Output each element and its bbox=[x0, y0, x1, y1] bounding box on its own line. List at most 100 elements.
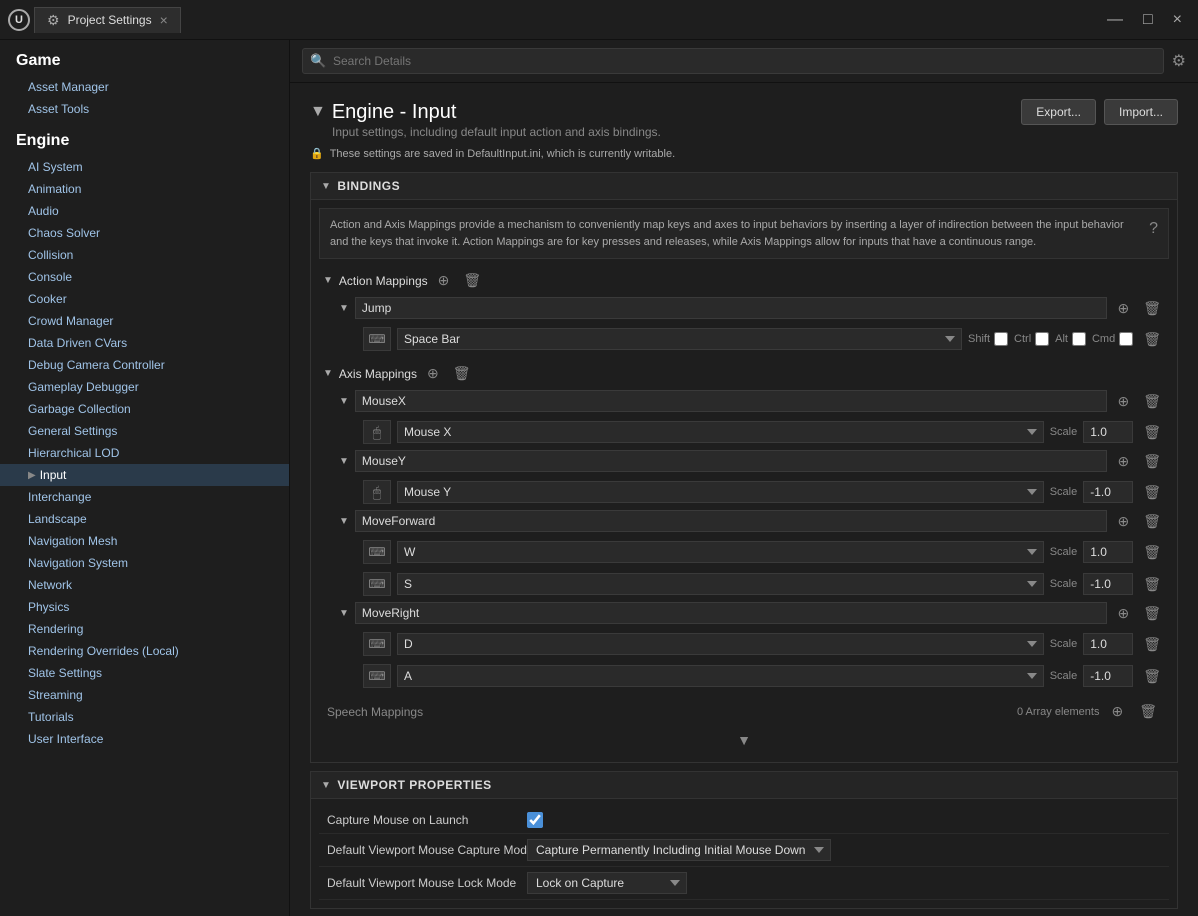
sidebar-item-rendering[interactable]: Rendering bbox=[0, 618, 289, 640]
default-lock-select[interactable]: Lock on Capture bbox=[527, 872, 687, 894]
moveforward-scale2-input[interactable] bbox=[1083, 573, 1133, 595]
expand-more-button[interactable]: ▼ bbox=[733, 730, 755, 750]
jump-add-button[interactable]: ⊕ bbox=[1113, 298, 1133, 319]
sidebar-item-ai-system[interactable]: AI System bbox=[0, 156, 289, 178]
mousey-scale-input[interactable] bbox=[1083, 481, 1133, 503]
search-settings-gear-icon[interactable]: ⚙ bbox=[1172, 51, 1186, 71]
moveright-key2-dropdown[interactable]: A bbox=[397, 665, 1044, 687]
axis-mappings-add-button[interactable]: ⊕ bbox=[423, 363, 443, 384]
import-button[interactable]: Import... bbox=[1104, 99, 1178, 125]
speech-add-button[interactable]: ⊕ bbox=[1107, 701, 1127, 722]
axis-mappings-delete-button[interactable]: 🗑 bbox=[449, 363, 475, 384]
viewport-header[interactable]: ▼ VIEWPORT PROPERTIES bbox=[310, 771, 1178, 799]
sidebar-item-garbage-collection[interactable]: Garbage Collection bbox=[0, 398, 289, 420]
mousex-key-dropdown[interactable]: Mouse X bbox=[397, 421, 1044, 443]
mousey-name-input[interactable] bbox=[355, 450, 1108, 472]
moveforward-key1-dropdown[interactable]: W bbox=[397, 541, 1044, 563]
sidebar-item-audio[interactable]: Audio bbox=[0, 200, 289, 222]
jump-cmd-checkbox[interactable] bbox=[1119, 332, 1133, 346]
sidebar-item-hierarchical-lod[interactable]: Hierarchical LOD bbox=[0, 442, 289, 464]
mousex-delete-button[interactable]: 🗑 bbox=[1139, 391, 1165, 412]
mousey-chevron-icon[interactable]: ▼ bbox=[339, 456, 349, 467]
mousey-key-icon: 🖱 bbox=[363, 480, 391, 504]
sidebar-item-physics[interactable]: Physics bbox=[0, 596, 289, 618]
moveright-key1-delete-button[interactable]: 🗑 bbox=[1139, 634, 1165, 655]
moveright-add-button[interactable]: ⊕ bbox=[1113, 603, 1133, 624]
mousey-key-delete-button[interactable]: 🗑 bbox=[1139, 482, 1165, 503]
mousex-key-delete-button[interactable]: 🗑 bbox=[1139, 422, 1165, 443]
axis-mappings-chevron-icon[interactable]: ▼ bbox=[323, 368, 333, 379]
moveforward-name-input[interactable] bbox=[355, 510, 1108, 532]
jump-ctrl-checkbox[interactable] bbox=[1035, 332, 1049, 346]
sidebar-item-rendering-overrides[interactable]: Rendering Overrides (Local) bbox=[0, 640, 289, 662]
sidebar-item-navigation-system[interactable]: Navigation System bbox=[0, 552, 289, 574]
moveright-delete-button[interactable]: 🗑 bbox=[1139, 603, 1165, 624]
moveforward-scale1-input[interactable] bbox=[1083, 541, 1133, 563]
speech-delete-button[interactable]: 🗑 bbox=[1135, 701, 1161, 722]
minimize-button[interactable]: — bbox=[1099, 7, 1131, 33]
moveforward-delete-button[interactable]: 🗑 bbox=[1139, 511, 1165, 532]
action-mappings-delete-button[interactable]: 🗑 bbox=[459, 270, 485, 291]
jump-key-dropdown[interactable]: Space Bar bbox=[397, 328, 962, 350]
moveforward-key2-delete-button[interactable]: 🗑 bbox=[1139, 574, 1165, 595]
sidebar-item-gameplay-debugger[interactable]: Gameplay Debugger bbox=[0, 376, 289, 398]
sidebar-item-data-driven-cvars[interactable]: Data Driven CVars bbox=[0, 332, 289, 354]
mousex-scale-input[interactable] bbox=[1083, 421, 1133, 443]
action-mappings-add-button[interactable]: ⊕ bbox=[434, 270, 454, 291]
tab-close-icon[interactable]: × bbox=[160, 12, 168, 28]
sidebar-item-general-settings[interactable]: General Settings bbox=[0, 420, 289, 442]
sidebar-item-input[interactable]: ▶ Input bbox=[0, 464, 289, 486]
moveright-name-input[interactable] bbox=[355, 602, 1108, 624]
jump-name-input[interactable] bbox=[355, 297, 1108, 319]
sidebar-item-debug-camera[interactable]: Debug Camera Controller bbox=[0, 354, 289, 376]
jump-shift-checkbox[interactable] bbox=[994, 332, 1008, 346]
action-mappings-chevron-icon[interactable]: ▼ bbox=[323, 275, 333, 286]
sidebar-item-navigation-mesh[interactable]: Navigation Mesh bbox=[0, 530, 289, 552]
sidebar-item-crowd-manager[interactable]: Crowd Manager bbox=[0, 310, 289, 332]
viewport-body: Capture Mouse on Launch Default Viewport… bbox=[310, 799, 1178, 909]
bindings-help-icon[interactable]: ? bbox=[1149, 217, 1158, 250]
sidebar-item-collision[interactable]: Collision bbox=[0, 244, 289, 266]
jump-chevron-icon[interactable]: ▼ bbox=[339, 303, 349, 314]
jump-delete-button[interactable]: 🗑 bbox=[1139, 298, 1165, 319]
close-window-button[interactable]: × bbox=[1165, 7, 1190, 33]
jump-alt-checkbox[interactable] bbox=[1072, 332, 1086, 346]
moveright-key2-delete-button[interactable]: 🗑 bbox=[1139, 666, 1165, 687]
mousex-name-input[interactable] bbox=[355, 390, 1108, 412]
export-button[interactable]: Export... bbox=[1021, 99, 1096, 125]
jump-key-delete-button[interactable]: 🗑 bbox=[1139, 329, 1165, 350]
sidebar-item-cooker[interactable]: Cooker bbox=[0, 288, 289, 310]
mousey-key-dropdown[interactable]: Mouse Y bbox=[397, 481, 1044, 503]
moveforward-key2-dropdown[interactable]: S bbox=[397, 573, 1044, 595]
sidebar-item-slate-settings[interactable]: Slate Settings bbox=[0, 662, 289, 684]
sidebar-item-asset-tools[interactable]: Asset Tools bbox=[0, 98, 289, 120]
sidebar-item-interchange[interactable]: Interchange bbox=[0, 486, 289, 508]
sidebar-item-console[interactable]: Console bbox=[0, 266, 289, 288]
moveright-scale1-input[interactable] bbox=[1083, 633, 1133, 655]
title-tab[interactable]: ⚙ Project Settings × bbox=[34, 7, 181, 33]
mousex-chevron-icon[interactable]: ▼ bbox=[339, 396, 349, 407]
moveforward-add-button[interactable]: ⊕ bbox=[1113, 511, 1133, 532]
mousex-add-button[interactable]: ⊕ bbox=[1113, 391, 1133, 412]
moveright-scale2-input[interactable] bbox=[1083, 665, 1133, 687]
sidebar-item-animation[interactable]: Animation bbox=[0, 178, 289, 200]
mousey-add-button[interactable]: ⊕ bbox=[1113, 451, 1133, 472]
sidebar-item-asset-manager[interactable]: Asset Manager bbox=[0, 76, 289, 98]
capture-mouse-checkbox[interactable] bbox=[527, 812, 543, 828]
default-capture-select[interactable]: Capture Permanently Including Initial Mo… bbox=[527, 839, 831, 861]
bindings-header[interactable]: ▼ BINDINGS bbox=[310, 172, 1178, 200]
maximize-button[interactable]: □ bbox=[1135, 7, 1161, 33]
search-input[interactable] bbox=[302, 48, 1164, 74]
moveright-key1-dropdown[interactable]: D bbox=[397, 633, 1044, 655]
mousey-delete-button[interactable]: 🗑 bbox=[1139, 451, 1165, 472]
sidebar-item-streaming[interactable]: Streaming bbox=[0, 684, 289, 706]
moveright-chevron-icon[interactable]: ▼ bbox=[339, 608, 349, 619]
sidebar-item-landscape[interactable]: Landscape bbox=[0, 508, 289, 530]
sidebar-item-network[interactable]: Network bbox=[0, 574, 289, 596]
section-collapse-icon[interactable]: ▼ bbox=[310, 103, 326, 121]
sidebar-item-user-interface[interactable]: User Interface bbox=[0, 728, 289, 750]
moveforward-key1-delete-button[interactable]: 🗑 bbox=[1139, 542, 1165, 563]
moveforward-chevron-icon[interactable]: ▼ bbox=[339, 516, 349, 527]
sidebar-item-tutorials[interactable]: Tutorials bbox=[0, 706, 289, 728]
sidebar-item-chaos-solver[interactable]: Chaos Solver bbox=[0, 222, 289, 244]
